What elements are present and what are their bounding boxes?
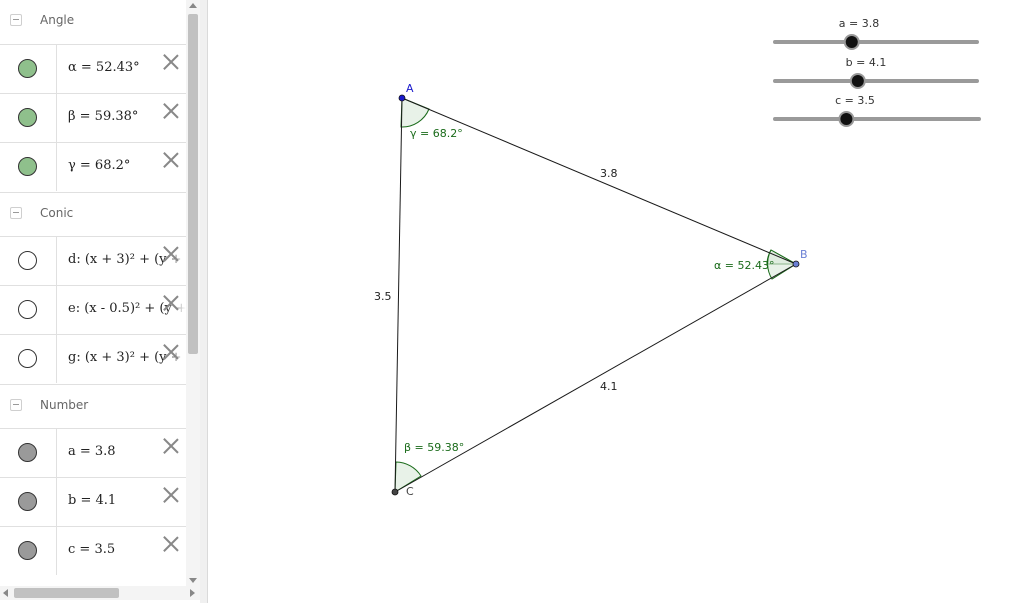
- group-header-number[interactable]: Number: [0, 384, 186, 429]
- group-name: Angle: [40, 13, 75, 27]
- scroll-up-icon[interactable]: [189, 3, 197, 8]
- angle-beta-label: β = 59.38°: [404, 441, 464, 454]
- slider-a[interactable]: a = 3.8: [773, 17, 979, 50]
- angle-gamma-sector[interactable]: [400, 97, 430, 128]
- algebra-row-c[interactable]: c = 3.5: [0, 526, 186, 575]
- group-name: Conic: [40, 206, 74, 220]
- delete-icon[interactable]: [160, 149, 182, 171]
- algebra-row-beta[interactable]: β = 59.38°: [0, 93, 186, 142]
- visibility-toggle[interactable]: [18, 541, 37, 560]
- delete-icon[interactable]: [160, 435, 182, 457]
- algebra-row-a[interactable]: a = 3.8: [0, 428, 186, 477]
- slider-b-label: b = 4.1: [846, 56, 887, 69]
- algebra-row-b[interactable]: b = 4.1: [0, 477, 186, 526]
- view-splitter[interactable]: [200, 0, 208, 603]
- point-b[interactable]: [792, 260, 800, 268]
- scrollbar-thumb[interactable]: [14, 588, 119, 598]
- scroll-left-icon[interactable]: [3, 589, 8, 597]
- point-c-label: C: [406, 485, 414, 498]
- horizontal-scrollbar[interactable]: [0, 586, 200, 600]
- group-header-conic[interactable]: Conic: [0, 192, 186, 237]
- algebra-view: Angle α = 52.43° β = 59.38° γ = 68.2° Co…: [0, 0, 201, 603]
- collapse-icon[interactable]: [10, 207, 22, 219]
- collapse-icon[interactable]: [10, 399, 22, 411]
- delete-icon[interactable]: [160, 100, 182, 122]
- slider-c-knob[interactable]: [838, 111, 855, 127]
- visibility-toggle[interactable]: [18, 59, 37, 78]
- scrollbar-thumb[interactable]: [188, 14, 198, 354]
- visibility-toggle[interactable]: [18, 349, 37, 368]
- delete-icon[interactable]: [160, 243, 182, 265]
- algebra-row-d[interactable]: d: (x + 3)² + (y +: [0, 236, 186, 285]
- segment-ab-label: 3.8: [600, 167, 618, 180]
- slider-b-knob[interactable]: [849, 73, 866, 89]
- visibility-toggle[interactable]: [18, 492, 37, 511]
- collapse-icon[interactable]: [10, 14, 22, 26]
- slider-a-knob[interactable]: [843, 34, 860, 50]
- point-c[interactable]: [391, 488, 399, 496]
- scroll-right-icon[interactable]: [190, 589, 195, 597]
- point-a-label: A: [406, 82, 414, 95]
- algebra-row-e[interactable]: e: (x - 0.5)² + (y +: [0, 285, 186, 334]
- visibility-toggle[interactable]: [18, 443, 37, 462]
- segment-cb-label: 4.1: [600, 380, 618, 393]
- slider-c-label: c = 3.5: [835, 94, 875, 107]
- delete-icon[interactable]: [160, 292, 182, 314]
- group-header-angle[interactable]: Angle: [0, 0, 186, 44]
- visibility-toggle[interactable]: [18, 108, 37, 127]
- group-name: Number: [40, 398, 89, 412]
- segment-ab[interactable]: [401, 97, 797, 265]
- delete-icon[interactable]: [160, 341, 182, 363]
- delete-icon[interactable]: [160, 533, 182, 555]
- angle-alpha-label: α = 52.43°: [714, 259, 774, 272]
- vertical-scrollbar[interactable]: [186, 0, 200, 586]
- visibility-toggle[interactable]: [18, 251, 37, 270]
- algebra-row-gamma[interactable]: γ = 68.2°: [0, 142, 186, 191]
- point-a[interactable]: [398, 94, 406, 102]
- delete-icon[interactable]: [160, 484, 182, 506]
- graphics-view[interactable]: 3.8 3.5 4.1 γ = 68.2° α = 52.43° β = 59.…: [208, 0, 1021, 603]
- algebra-row-alpha[interactable]: α = 52.43°: [0, 44, 186, 93]
- visibility-toggle[interactable]: [18, 300, 37, 319]
- scroll-down-icon[interactable]: [189, 578, 197, 583]
- segment-ac[interactable]: [394, 97, 403, 493]
- delete-icon[interactable]: [160, 51, 182, 73]
- visibility-toggle[interactable]: [18, 157, 37, 176]
- point-b-label: B: [800, 248, 808, 261]
- slider-a-label: a = 3.8: [839, 17, 879, 30]
- slider-b[interactable]: b = 4.1: [773, 56, 979, 89]
- segment-ac-label: 3.5: [374, 290, 392, 303]
- angle-gamma-label: γ = 68.2°: [410, 127, 463, 140]
- algebra-row-g[interactable]: g: (x + 3)² + (y +: [0, 334, 186, 383]
- segment-cb[interactable]: [394, 263, 797, 493]
- slider-c[interactable]: c = 3.5: [773, 94, 981, 127]
